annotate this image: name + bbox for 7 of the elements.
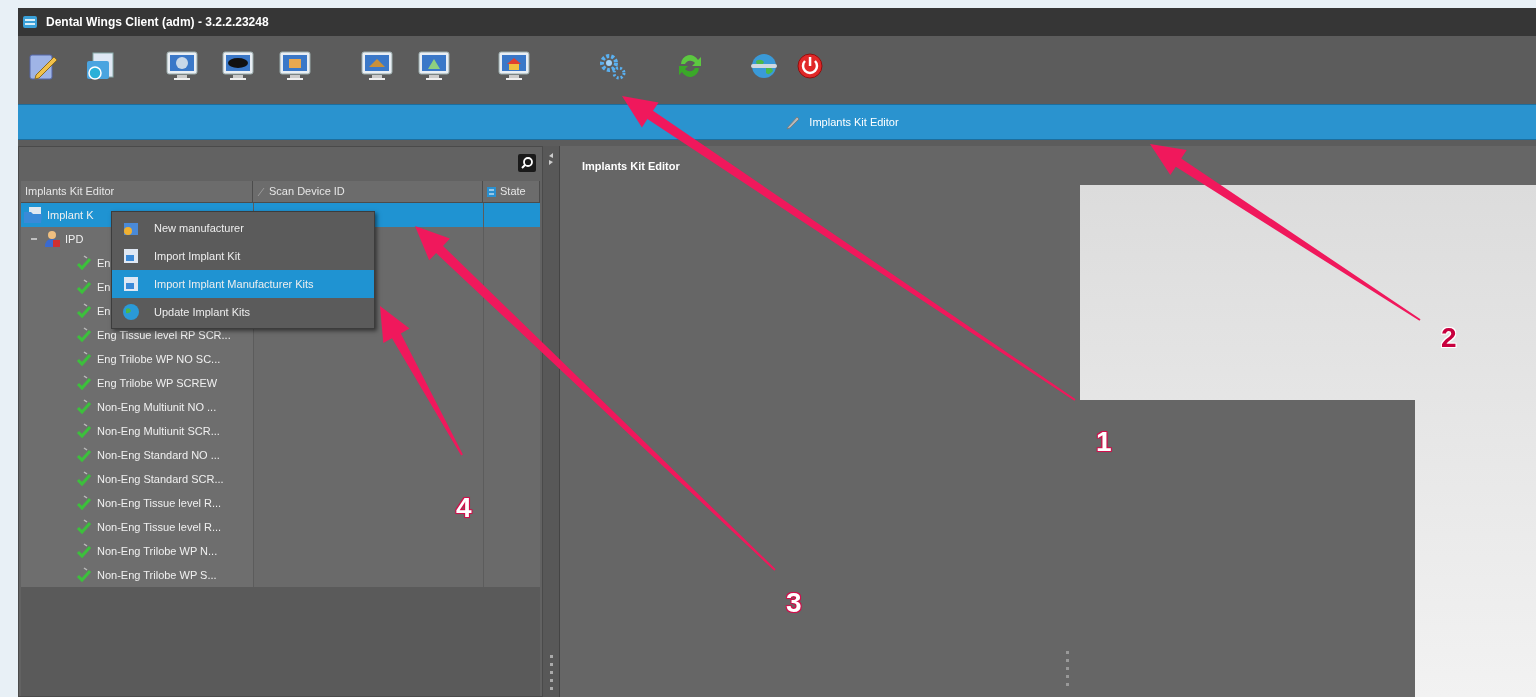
- annotation-number: 2: [1441, 324, 1457, 352]
- annotation-number: 1: [1096, 428, 1112, 456]
- panel-title: Implants Kit Editor: [582, 159, 680, 174]
- annotation-number: 3: [786, 589, 802, 617]
- window-title: Dental Wings Client (adm) - 3.2.2.23248: [46, 14, 269, 31]
- annotation-number: 4: [456, 494, 472, 522]
- header-title: Implants Kit Editor: [809, 114, 899, 130]
